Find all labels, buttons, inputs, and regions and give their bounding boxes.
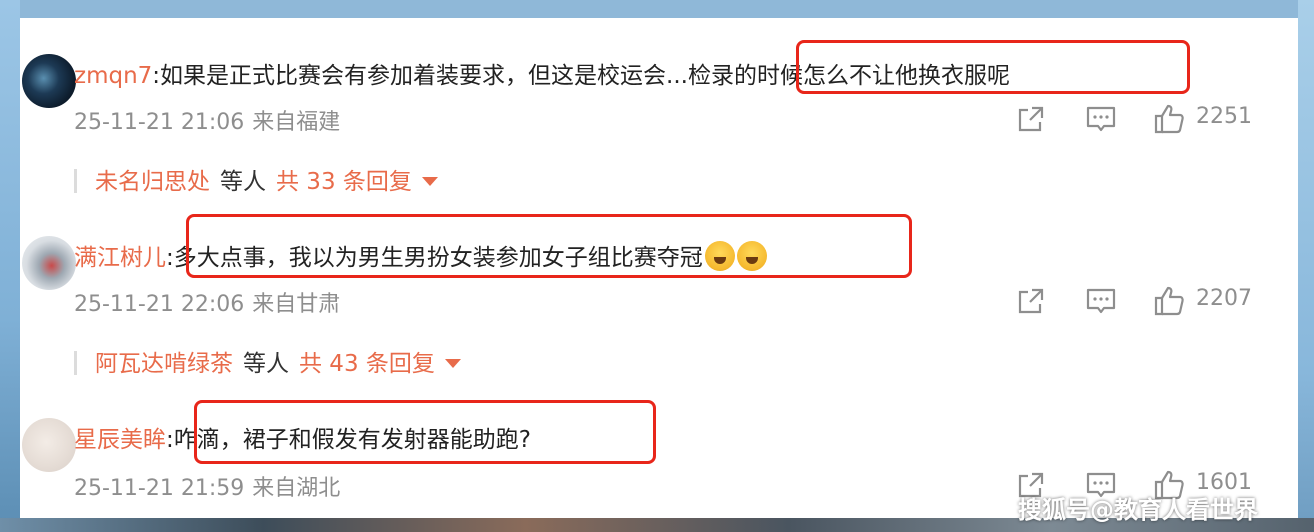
comment-actions: 2251	[1010, 102, 1280, 136]
background-right	[1298, 0, 1314, 532]
colon-separator: :	[166, 427, 174, 453]
comment-meta: 25-11-21 21:06 来自福建	[74, 104, 348, 136]
comment-list: zmqn7:如果是正式比赛会有参加着装要求，但这是校运会...检录的时候怎么不让…	[20, 18, 1298, 518]
comment-location: 来自甘肃	[252, 292, 341, 317]
like-count: 2251	[1196, 104, 1252, 129]
comment-icon[interactable]	[1084, 102, 1118, 136]
comment-username[interactable]: 满江树儿	[74, 245, 166, 271]
avatar[interactable]	[22, 54, 76, 108]
comment-time: 25-11-21 21:59	[74, 476, 245, 501]
comment-time: 25-11-21 21:06	[74, 110, 245, 135]
reply-divider	[74, 169, 77, 193]
comment-location: 来自福建	[252, 110, 341, 135]
comment-meta: 25-11-21 22:06 来自甘肃	[74, 286, 348, 318]
reply-summary[interactable]: 阿瓦达啃绿茶 等人共 43 条回复	[74, 344, 461, 378]
chevron-down-icon[interactable]	[421, 177, 438, 186]
comment-icon[interactable]	[1084, 284, 1118, 318]
watermark: 搜狐号@教育人看世界	[1018, 496, 1258, 524]
comment-username[interactable]: zmqn7	[74, 63, 152, 89]
share-icon[interactable]	[1014, 102, 1048, 136]
like-icon[interactable]	[1152, 284, 1186, 318]
like-icon[interactable]	[1152, 102, 1186, 136]
comment-time: 25-11-21 22:06	[74, 292, 245, 317]
avatar[interactable]	[22, 236, 76, 290]
highlight-box	[194, 400, 656, 464]
reply-divider	[74, 351, 77, 375]
comment-location: 来自湖北	[252, 476, 341, 501]
reply-etal: 等人	[243, 351, 289, 377]
colon-separator: :	[166, 245, 174, 271]
comment-username[interactable]: 星辰美眸	[74, 427, 166, 453]
highlight-box	[796, 40, 1190, 94]
reply-summary[interactable]: 未名归思处 等人共 33 条回复	[74, 162, 438, 196]
reply-username[interactable]: 未名归思处	[95, 169, 210, 195]
comment-meta: 25-11-21 21:59 来自湖北	[74, 470, 348, 502]
colon-separator: :	[152, 63, 161, 89]
chevron-down-icon[interactable]	[444, 359, 461, 368]
avatar[interactable]	[22, 418, 76, 472]
reply-count[interactable]: 共 33 条回复	[276, 169, 412, 195]
like-count: 2207	[1196, 286, 1252, 311]
reply-count[interactable]: 共 43 条回复	[299, 351, 435, 377]
reply-username[interactable]: 阿瓦达啃绿茶	[95, 351, 233, 377]
share-icon[interactable]	[1014, 284, 1048, 318]
comment-text: 如果是正式比赛会有参加着装要求，但这是校运会...	[160, 63, 688, 89]
background-left	[0, 0, 20, 532]
reply-etal: 等人	[220, 169, 266, 195]
highlight-box	[186, 214, 912, 278]
comment-actions: 2207	[1010, 284, 1280, 318]
